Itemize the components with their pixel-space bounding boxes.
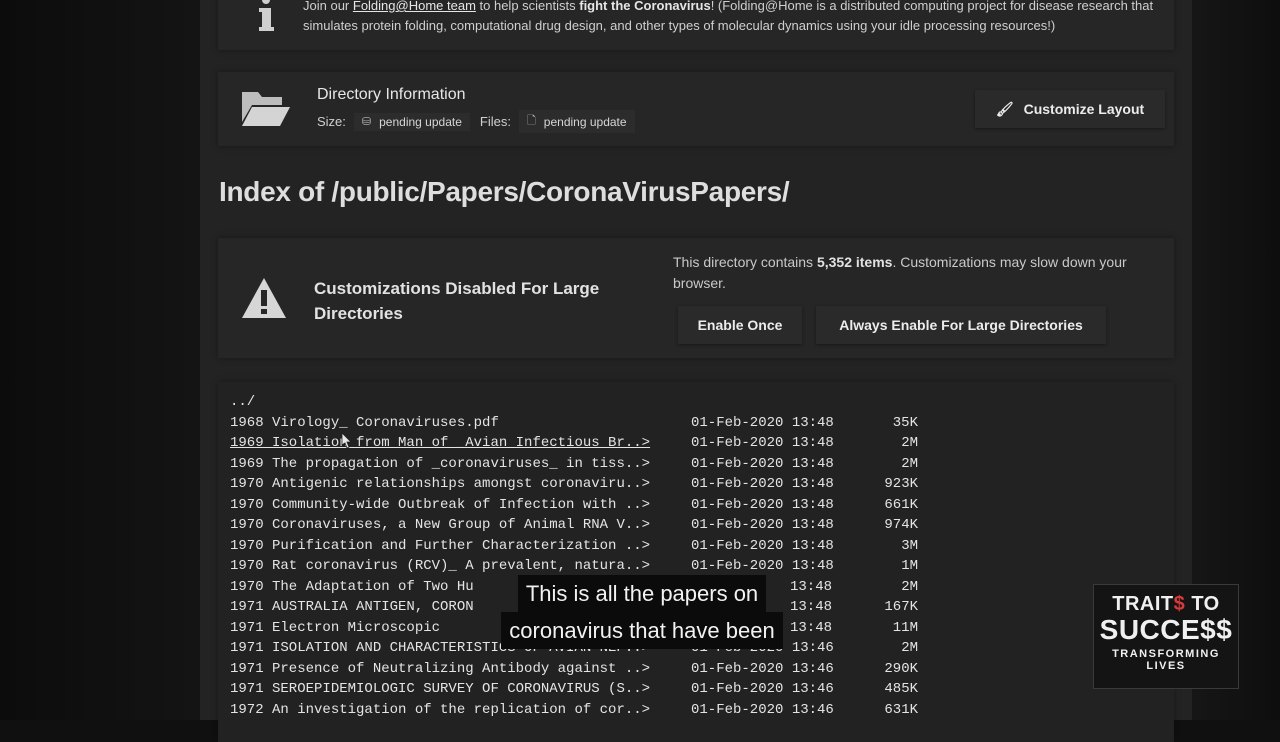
enable-once-button[interactable]: Enable Once — [678, 306, 802, 344]
file-date: 01-Feb-2020 13:46 — [691, 701, 834, 718]
customize-layout-button[interactable]: 🖌 Customize Layout — [975, 90, 1165, 128]
info-bold: fight the Coronavirus — [579, 0, 711, 13]
video-caption: This is all the papers on coronavirus th… — [468, 575, 816, 649]
logo-dollar: $ — [1173, 593, 1186, 615]
file-size: 661K — [884, 496, 918, 513]
always-enable-button[interactable]: Always Enable For Large Directories — [816, 306, 1106, 344]
warning-description: This directory contains 5,352 items. Cus… — [673, 252, 1163, 294]
info-text: Join our Folding@Home team to help scien… — [303, 0, 1173, 36]
file-date: 01-Feb-2020 13:48 — [691, 517, 834, 533]
file-size: 1M — [901, 558, 918, 574]
file-name-link[interactable]: 1970 Rat coronavirus (RCV)_ A prevalent,… — [230, 556, 650, 577]
files-value: pending update — [543, 114, 627, 129]
size-pill: ⛁ pending update — [353, 112, 470, 131]
files-pill: 🗋 pending update — [518, 110, 635, 133]
parent-directory-label: ../ — [230, 394, 256, 410]
logo-line-3: TRANSFORMING — [1112, 648, 1220, 660]
file-name-link[interactable]: 1969 The propagation of _coronaviruses_ … — [230, 454, 650, 475]
disk-icon: ⛁ — [361, 116, 372, 128]
directory-meta: Size: ⛁ pending update Files: 🗋 pending up… — [317, 110, 645, 133]
directory-info-panel: Directory Information Size: ⛁ pending upd… — [218, 72, 1174, 146]
index-title: Index of /public/Papers/CoronaVirusPaper… — [219, 176, 790, 207]
file-date: 01-Feb-2020 13:46 — [691, 681, 834, 697]
file-date: 01-Feb-2020 13:48 — [691, 537, 834, 554]
caption-line-2: coronavirus that have been — [501, 612, 783, 649]
file-date: 01-Feb-2020 13:46 — [691, 660, 834, 677]
file-name-link[interactable]: 1970 Antigenic relationships amongst cor… — [230, 474, 650, 495]
file-size: 2M — [901, 455, 918, 472]
logo-line-4: LIVES — [1146, 660, 1186, 672]
file-size: 2M — [901, 578, 918, 595]
brush-icon: 🖌 — [995, 100, 1014, 117]
files-label: Files: — [479, 114, 511, 129]
info-icon — [259, 0, 274, 31]
file-name-link[interactable]: 1970 The Adaptation of Two Hu — [230, 577, 474, 598]
file-name-link[interactable]: 1971 Presence of Neutralizing Antibody a… — [230, 659, 650, 680]
info-banner: Join our Folding@Home team to help scien… — [218, 0, 1174, 50]
size-value: pending update — [379, 114, 462, 129]
file-name-link[interactable]: 1971 AUSTRALIA ANTIGEN, CORON — [230, 597, 474, 618]
file-date: 01-Feb-2020 13:48 — [691, 414, 834, 431]
warning-icon — [242, 278, 286, 318]
file-name-link[interactable]: 1969 Isolation from Man of _Avian Infect… — [230, 433, 650, 454]
info-middle: to help scientists — [475, 0, 580, 13]
file-size: 11M — [892, 619, 918, 636]
left-background — [0, 0, 200, 720]
large-directory-warning: Customizations Disabled For Large Direct… — [218, 238, 1174, 358]
logo-word-traits: TRAIT — [1112, 593, 1174, 615]
file-icon: 🗋 — [526, 115, 536, 127]
file-size: 35K — [892, 414, 918, 431]
warning-title: Customizations Disabled For Large Direct… — [314, 279, 600, 323]
file-size: 167K — [884, 599, 918, 615]
file-size: 631K — [884, 701, 918, 718]
file-size: 974K — [884, 517, 918, 533]
file-date: 01-Feb-2020 13:48 — [691, 476, 834, 492]
file-size: 290K — [884, 660, 918, 677]
file-size: 923K — [884, 476, 918, 492]
file-size: 2M — [901, 435, 918, 451]
file-name-link[interactable]: 1971 SEROEPIDEMIOLOGIC SURVEY OF CORONAV… — [230, 679, 650, 700]
file-name-link[interactable]: 1972 An investigation of the replication… — [230, 700, 650, 721]
file-size: 485K — [884, 681, 918, 697]
file-listing-panel: ../ 1968 Virology_ Coronaviruses.pdf 01-F… — [218, 382, 1174, 742]
traits-to-success-logo: TRAIT$ TO SUCCE$$ TRANSFORMING LIVES — [1093, 584, 1239, 689]
size-label: Size: — [317, 114, 346, 129]
file-date: 01-Feb-2020 13:48 — [691, 496, 834, 513]
logo-line-1: TRAIT$ TO — [1094, 593, 1238, 616]
warning-desc-prefix: This directory contains — [673, 254, 817, 270]
directory-info-title: Directory Information — [317, 86, 466, 103]
folding-home-link[interactable]: Folding@Home team — [353, 0, 476, 13]
file-size: 3M — [901, 537, 918, 554]
file-name-link[interactable]: 1970 Community-wide Outbreak of Infectio… — [230, 495, 650, 516]
item-count: 5,352 items — [816, 254, 893, 270]
logo-word-to: TO — [1185, 593, 1220, 615]
open-folder-icon — [242, 92, 290, 126]
file-date: 01-Feb-2020 13:48 — [691, 435, 834, 451]
mouse-cursor-icon — [341, 433, 352, 449]
info-prefix: Join our — [303, 0, 353, 13]
file-date: 01-Feb-2020 13:48 — [691, 455, 834, 472]
file-name-link[interactable]: 1968 Virology_ Coronaviruses.pdf — [230, 413, 499, 434]
file-name-link[interactable]: 1971 Electron Microscopic — [230, 618, 440, 639]
caption-line-1: This is all the papers on — [517, 575, 767, 612]
file-name-link[interactable]: 1970 Coronaviruses, a New Group of Anima… — [230, 515, 650, 536]
file-date: 01-Feb-2020 13:48 — [691, 558, 834, 574]
file-size: 2M — [901, 640, 918, 656]
customize-layout-label: Customize Layout — [1023, 101, 1145, 117]
logo-line-2: SUCCE$$ — [1099, 614, 1233, 645]
file-name-link[interactable]: 1970 Purification and Further Characteri… — [230, 536, 650, 557]
